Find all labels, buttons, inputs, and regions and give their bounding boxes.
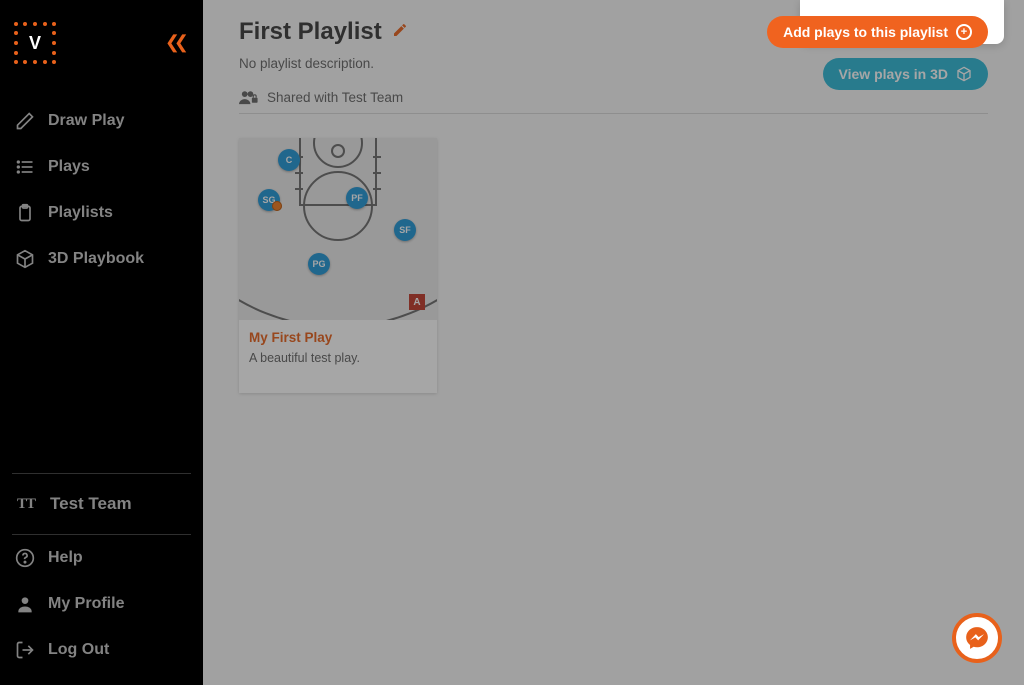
team-icon: TT (14, 492, 38, 516)
sidebar-item-label: Draw Play (48, 112, 124, 130)
sidebar-item-label: Log Out (48, 641, 109, 659)
list-icon (14, 156, 36, 178)
cube-3d-icon (956, 66, 972, 82)
view-3d-label: View plays in 3D (839, 66, 948, 82)
clipboard-icon (14, 202, 36, 224)
play-card-description: A beautiful test play. (249, 351, 427, 365)
shared-with-text: Shared with Test Team (267, 90, 403, 105)
sidebar-item-team[interactable]: TT Test Team (0, 474, 203, 534)
help-icon (14, 547, 36, 569)
sidebar-item-playlists[interactable]: Playlists (0, 190, 203, 236)
shared-icon (239, 89, 259, 105)
cube-icon (14, 248, 36, 270)
edit-title-icon[interactable] (392, 22, 408, 43)
pencil-icon (14, 110, 36, 132)
primary-nav: Draw Play Plays Playlists 3D Playbook (0, 98, 203, 282)
plus-circle-icon: + (956, 24, 972, 40)
player-marker-pf: PF (346, 187, 368, 209)
team-label: Test Team (50, 494, 132, 514)
shared-with-row: Shared with Test Team (239, 89, 988, 114)
view-3d-button[interactable]: View plays in 3D (823, 58, 988, 90)
collapse-sidebar-icon[interactable]: ❮❮ (165, 32, 189, 53)
sidebar-item-draw-play[interactable]: Draw Play (0, 98, 203, 144)
page-title: First Playlist (239, 18, 382, 46)
user-icon (14, 593, 36, 615)
brand-glyph: V (22, 30, 48, 56)
sidebar-item-label: Playlists (48, 204, 113, 222)
add-plays-label: Add plays to this playlist (783, 24, 948, 40)
play-card-title: My First Play (249, 330, 427, 345)
logout-icon (14, 639, 36, 661)
sidebar: V ❮❮ Draw Play Plays Playlists (0, 0, 203, 685)
main-content: First Playlist No playlist description. … (203, 0, 1024, 685)
brand-logo[interactable]: V (14, 22, 54, 62)
sidebar-item-plays[interactable]: Plays (0, 144, 203, 190)
player-marker-pg: PG (308, 253, 330, 275)
header-actions: Add plays to this playlist + View plays … (767, 16, 988, 90)
player-marker-c: C (278, 149, 300, 171)
sidebar-item-logout[interactable]: Log Out (0, 627, 203, 673)
sidebar-item-label: Plays (48, 158, 90, 176)
messenger-fab[interactable] (952, 613, 1002, 663)
sidebar-item-label: My Profile (48, 595, 124, 613)
ball-marker (272, 201, 282, 211)
sidebar-item-profile[interactable]: My Profile (0, 581, 203, 627)
player-marker-sf: SF (394, 219, 416, 241)
add-plays-button[interactable]: Add plays to this playlist + (767, 16, 988, 48)
sidebar-item-help[interactable]: Help (0, 535, 203, 581)
sidebar-item-3d-playbook[interactable]: 3D Playbook (0, 236, 203, 282)
court-diagram: CPFSGSFPGA (239, 138, 437, 320)
sidebar-item-label: 3D Playbook (48, 250, 144, 268)
annotation-badge: A (409, 294, 425, 310)
play-card[interactable]: CPFSGSFPGA My First Play A beautiful tes… (239, 138, 437, 393)
sidebar-item-label: Help (48, 549, 83, 567)
